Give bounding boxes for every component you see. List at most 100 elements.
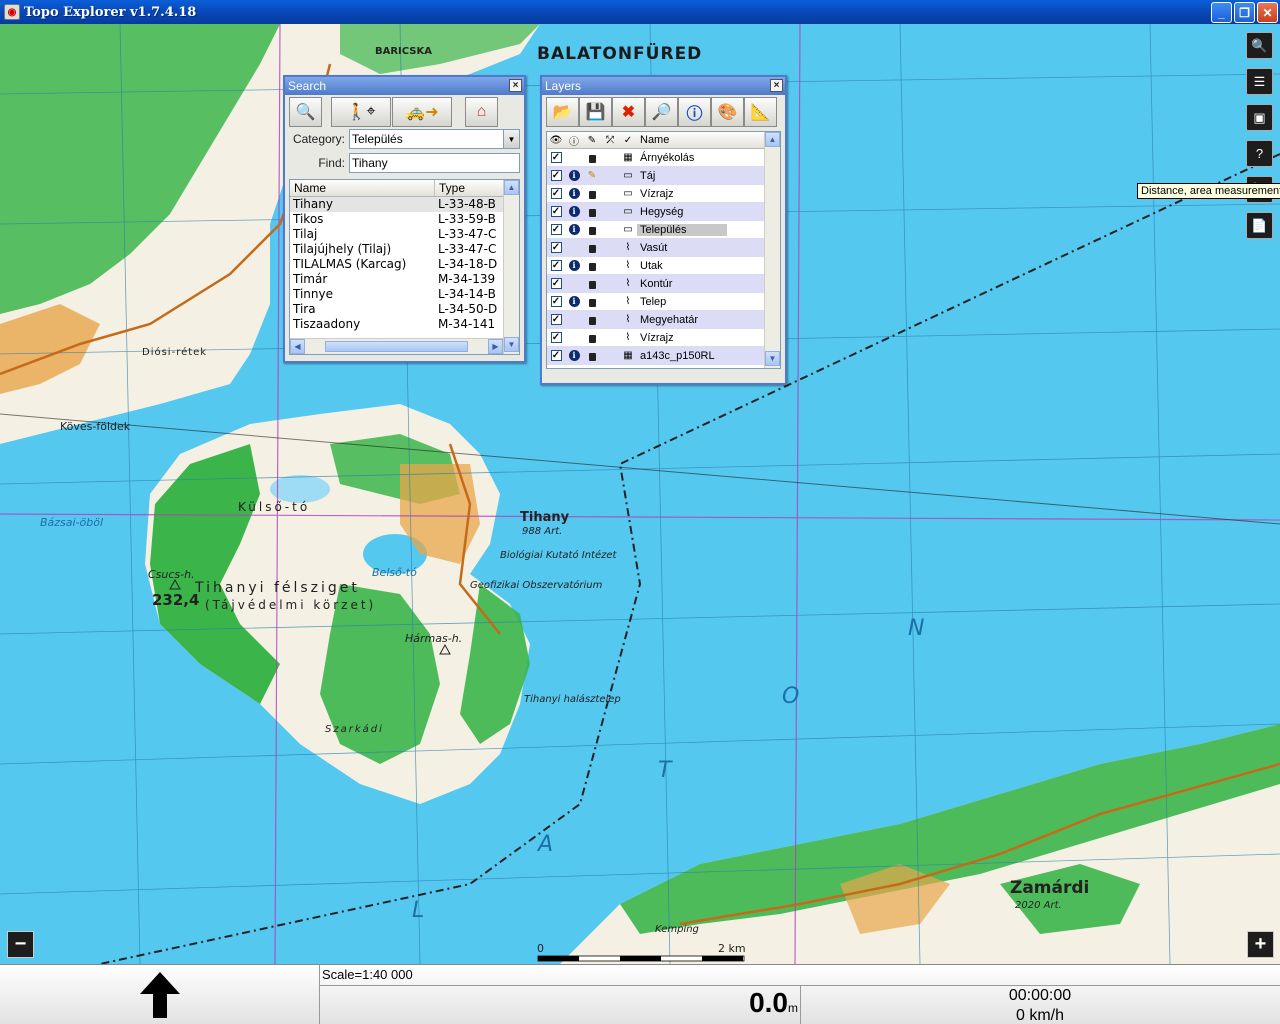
scroll-right-icon[interactable]: ▶ <box>488 339 503 354</box>
layer-visible-checkbox[interactable]: ✓ <box>550 350 562 361</box>
layer-visible-checkbox[interactable]: ✓ <box>550 296 562 307</box>
column-name-header[interactable]: Name <box>290 180 435 196</box>
search-result-row[interactable]: Tira L-34-50-D <box>290 302 519 317</box>
layer-row[interactable]: ✓ i ▭ Hegység <box>547 203 780 221</box>
scroll-left-icon[interactable]: ◀ <box>290 339 305 354</box>
lock-icon[interactable] <box>588 353 596 361</box>
layer-properties-button[interactable]: 📐 <box>744 97 777 127</box>
hscroll-thumb[interactable] <box>325 341 468 352</box>
layer-info-icon[interactable]: i <box>568 350 580 361</box>
layer-row[interactable]: ✓ ⌇ Vízrajz <box>547 329 780 347</box>
layer-row[interactable]: ✓ i ⌇ Telep <box>547 293 780 311</box>
layer-row[interactable]: ✓ ⌇ Kontúr <box>547 275 780 293</box>
layer-visible-checkbox[interactable]: ✓ <box>550 188 562 199</box>
help-tool-button[interactable]: ? <box>1246 140 1273 167</box>
layers-panel-close-button[interactable]: × <box>770 79 783 92</box>
search-tool-button[interactable]: 🔍 <box>1246 32 1273 59</box>
result-name: Tikos <box>293 212 324 226</box>
lock-icon[interactable] <box>588 299 596 307</box>
layer-visible-checkbox[interactable]: ✓ <box>550 314 562 325</box>
layer-info-icon[interactable]: i <box>568 224 580 235</box>
check-column-icon: ✓ <box>623 134 633 146</box>
lock-icon[interactable] <box>588 263 596 271</box>
layers-panel-titlebar[interactable]: Layers × <box>542 77 785 95</box>
layer-info-icon[interactable]: i <box>568 188 580 199</box>
layer-row[interactable]: ✓ i ▭ Vízrajz <box>547 185 780 203</box>
layer-row[interactable]: ✓ i ▦ a143c_p150RL <box>547 347 780 365</box>
home-button[interactable]: ⌂ <box>465 97 498 127</box>
pencil-icon[interactable]: ✎ <box>583 167 601 185</box>
scroll-down-icon[interactable]: ▼ <box>765 351 780 366</box>
label-belso-to: Belső-tó <box>372 566 417 579</box>
search-result-row[interactable]: Tikos L-33-59-B <box>290 212 519 227</box>
scroll-up-icon[interactable]: ▲ <box>765 132 780 147</box>
search-result-row[interactable]: Timár M-34-139 <box>290 272 519 287</box>
lock-icon[interactable] <box>588 245 596 253</box>
category-select[interactable]: Település ▼ <box>349 129 520 149</box>
search-result-row[interactable]: Tiszaadony M-34-141 <box>290 317 519 332</box>
lock-icon[interactable] <box>588 209 596 217</box>
lock-icon[interactable] <box>588 281 596 289</box>
layer-visible-checkbox[interactable]: ✓ <box>550 278 562 289</box>
column-type-header[interactable]: Type <box>435 180 505 196</box>
layer-info-icon[interactable]: i <box>568 170 580 181</box>
layer-row[interactable]: ✓ i ✎ ▭ Táj <box>547 167 780 185</box>
layer-visible-checkbox[interactable]: ✓ <box>550 152 562 163</box>
layer-visible-checkbox[interactable]: ✓ <box>550 224 562 235</box>
lock-icon[interactable] <box>588 317 596 325</box>
open-folder-button[interactable]: 📂 <box>546 97 579 127</box>
layer-row[interactable]: ✓ i ▭ Település <box>547 221 780 239</box>
layers-tool-button[interactable]: ☰ <box>1246 68 1273 95</box>
close-button[interactable]: ✕ <box>1257 2 1278 23</box>
layer-info-icon[interactable]: i <box>569 368 580 369</box>
find-input[interactable]: Tihany <box>349 153 520 173</box>
layer-visible-checkbox[interactable]: ✓ <box>550 242 562 253</box>
search-result-row[interactable]: Tihany L-33-48-B <box>290 197 519 212</box>
layer-visible-checkbox[interactable]: ✓ <box>550 260 562 271</box>
lock-icon[interactable] <box>588 335 596 343</box>
search-result-row[interactable]: Tilajújhely (Tilaj) L-33-47-C <box>290 242 519 257</box>
layer-row[interactable]: ✓ ▦ Árnyékolás <box>547 149 780 167</box>
search-list-vscroll[interactable]: ▲ ▼ <box>503 180 519 354</box>
search-result-row[interactable]: Tilaj L-33-47-C <box>290 227 519 242</box>
layer-visible-checkbox[interactable]: ✓ <box>550 170 562 181</box>
magnifier-page-icon: 🔎 <box>651 104 672 121</box>
car-navigate-button[interactable]: 🚕 ➜ <box>392 97 452 127</box>
layer-row[interactable]: ✓ ⌇ Megyehatár <box>547 311 780 329</box>
layer-info-button[interactable]: ⓘ <box>678 97 711 127</box>
layer-info-icon[interactable]: i <box>568 206 580 217</box>
search-list-hscroll[interactable]: ◀ ▶ <box>290 338 503 354</box>
lock-icon[interactable] <box>588 191 596 199</box>
search-result-row[interactable]: TILALMAS (Karcag) L-34-18-D <box>290 257 519 272</box>
restore-button[interactable]: ❐ <box>1234 2 1255 23</box>
zoom-to-layer-button[interactable]: 🔎 <box>645 97 678 127</box>
find-magnifier-button[interactable]: 🔍 <box>289 97 322 127</box>
layer-visible-checkbox[interactable]: ✓ <box>551 368 562 369</box>
pedestrian-crosshair-button[interactable]: 🚶 ⌖ <box>331 97 391 127</box>
crosshair-icon: ⌖ <box>366 103 376 120</box>
layer-row[interactable]: ✓ i ⌇ Utak <box>547 257 780 275</box>
scroll-down-icon[interactable]: ▼ <box>504 337 519 352</box>
layers-vscroll[interactable]: ▲ ▼ <box>764 132 780 368</box>
minimize-button[interactable]: _ <box>1211 2 1232 23</box>
zoom-in-button[interactable]: + <box>1247 931 1274 958</box>
chevron-down-icon[interactable]: ▼ <box>503 130 519 148</box>
layer-info-icon[interactable]: i <box>568 260 580 271</box>
gps-tool-button[interactable]: ▣ <box>1246 104 1273 131</box>
search-result-row[interactable]: Tinnye L-34-14-B <box>290 287 519 302</box>
zoom-out-button[interactable]: − <box>7 931 34 958</box>
export-tool-button[interactable]: 📄 <box>1246 212 1273 239</box>
remove-layer-button[interactable]: ✖ <box>612 97 645 127</box>
layer-row[interactable]: ✓ ⌇ Vasút <box>547 239 780 257</box>
save-button[interactable]: 💾 <box>579 97 612 127</box>
layer-row[interactable]: ✓ i ▦a143d_p150RL <box>547 365 780 369</box>
layer-visible-checkbox[interactable]: ✓ <box>550 206 562 217</box>
search-panel-titlebar[interactable]: Search × <box>285 77 524 95</box>
lock-icon[interactable] <box>588 155 596 163</box>
layer-visible-checkbox[interactable]: ✓ <box>550 332 562 343</box>
layer-style-button[interactable]: 🎨 <box>711 97 744 127</box>
lock-icon[interactable] <box>588 227 596 235</box>
scroll-up-icon[interactable]: ▲ <box>504 180 519 195</box>
search-panel-close-button[interactable]: × <box>509 79 522 92</box>
layer-info-icon[interactable]: i <box>568 296 580 307</box>
